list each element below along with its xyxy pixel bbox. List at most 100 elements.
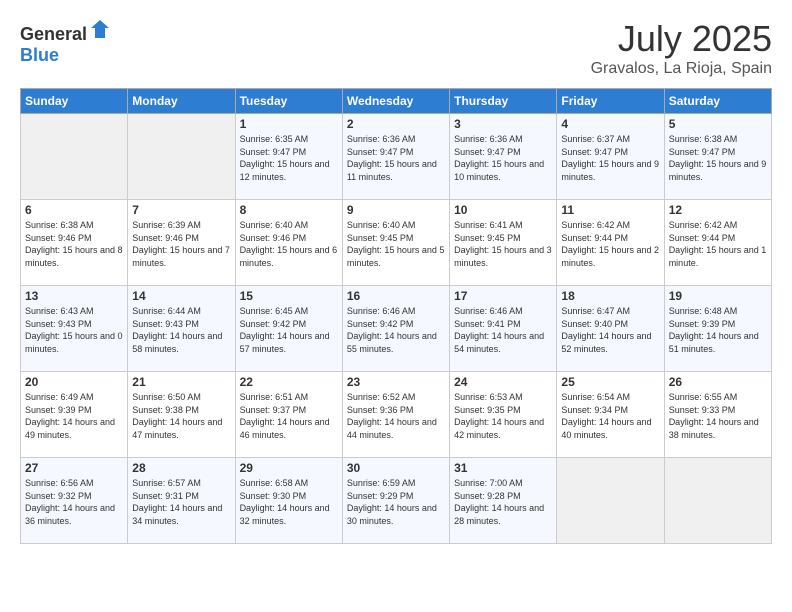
day-number: 9 [347,203,445,217]
day-info: Sunrise: 6:55 AMSunset: 9:33 PMDaylight:… [669,391,767,441]
logo-blue: Blue [20,45,59,65]
day-number: 23 [347,375,445,389]
calendar-cell: 28 Sunrise: 6:57 AMSunset: 9:31 PMDayligh… [128,458,235,544]
calendar-table: SundayMondayTuesdayWednesdayThursdayFrid… [20,88,772,544]
day-info: Sunrise: 6:36 AMSunset: 9:47 PMDaylight:… [347,133,445,183]
title-block: July 2025 Gravalos, La Rioja, Spain [591,18,772,78]
day-info: Sunrise: 6:49 AMSunset: 9:39 PMDaylight:… [25,391,123,441]
day-number: 17 [454,289,552,303]
day-info: Sunrise: 6:44 AMSunset: 9:43 PMDaylight:… [132,305,230,355]
month-title: July 2025 [591,18,772,60]
day-number: 29 [240,461,338,475]
day-number: 30 [347,461,445,475]
day-info: Sunrise: 6:37 AMSunset: 9:47 PMDaylight:… [561,133,659,183]
calendar-cell: 30Sunrise: 6:59 AMSunset: 9:29 PMDayligh… [342,458,449,544]
calendar-cell: 31 Sunrise: 7:00 AMSunset: 9:28 PMDayligh… [450,458,557,544]
weekday-header-saturday: Saturday [664,89,771,114]
logo-general: General [20,24,87,44]
weekday-header-thursday: Thursday [450,89,557,114]
calendar-cell: 9Sunrise: 6:40 AMSunset: 9:45 PMDaylight… [342,200,449,286]
calendar-cell: 13Sunrise: 6:43 AMSunset: 9:43 PMDayligh… [21,286,128,372]
calendar-cell: 20 Sunrise: 6:49 AMSunset: 9:39 PMDayligh… [21,372,128,458]
day-number: 3 [454,117,552,131]
day-info: Sunrise: 6:39 AMSunset: 9:46 PMDaylight:… [132,219,230,269]
day-number: 1 [240,117,338,131]
logo-icon [89,18,111,40]
day-number: 5 [669,117,767,131]
day-info: Sunrise: 6:58 AMSunset: 9:30 PMDaylight:… [240,477,338,527]
day-number: 12 [669,203,767,217]
calendar-cell: 22 Sunrise: 6:51 AMSunset: 9:37 PMDayligh… [235,372,342,458]
weekday-header-friday: Friday [557,89,664,114]
day-number: 4 [561,117,659,131]
day-info: Sunrise: 6:46 AMSunset: 9:41 PMDaylight:… [454,305,552,355]
day-number: 21 [132,375,230,389]
day-number: 7 [132,203,230,217]
calendar-cell [21,114,128,200]
day-info: Sunrise: 6:45 AMSunset: 9:42 PMDaylight:… [240,305,338,355]
day-info: Sunrise: 6:53 AMSunset: 9:35 PMDaylight:… [454,391,552,441]
day-info: Sunrise: 6:52 AMSunset: 9:36 PMDaylight:… [347,391,445,441]
calendar-cell: 17 Sunrise: 6:46 AMSunset: 9:41 PMDayligh… [450,286,557,372]
calendar-cell: 24 Sunrise: 6:53 AMSunset: 9:35 PMDayligh… [450,372,557,458]
calendar-week-3: 13Sunrise: 6:43 AMSunset: 9:43 PMDayligh… [21,286,772,372]
day-info: Sunrise: 6:42 AMSunset: 9:44 PMDaylight:… [561,219,659,269]
calendar-cell: 1 Sunrise: 6:35 AMSunset: 9:47 PMDaylight… [235,114,342,200]
logo: General Blue [20,18,111,66]
calendar-cell: 10 Sunrise: 6:41 AMSunset: 9:45 PMDayligh… [450,200,557,286]
calendar-cell: 14 Sunrise: 6:44 AMSunset: 9:43 PMDayligh… [128,286,235,372]
day-info: Sunrise: 6:35 AMSunset: 9:47 PMDaylight:… [240,133,338,183]
calendar-cell: 25Sunrise: 6:54 AMSunset: 9:34 PMDayligh… [557,372,664,458]
day-info: Sunrise: 6:47 AMSunset: 9:40 PMDaylight:… [561,305,659,355]
day-info: Sunrise: 6:38 AMSunset: 9:46 PMDaylight:… [25,219,123,269]
calendar-cell: 3 Sunrise: 6:36 AMSunset: 9:47 PMDaylight… [450,114,557,200]
day-info: Sunrise: 6:50 AMSunset: 9:38 PMDaylight:… [132,391,230,441]
calendar-cell: 4 Sunrise: 6:37 AMSunset: 9:47 PMDaylight… [557,114,664,200]
day-info: Sunrise: 6:43 AMSunset: 9:43 PMDaylight:… [25,305,123,355]
calendar-cell [557,458,664,544]
location-title: Gravalos, La Rioja, Spain [591,60,772,78]
day-number: 26 [669,375,767,389]
calendar-cell: 21 Sunrise: 6:50 AMSunset: 9:38 PMDayligh… [128,372,235,458]
day-info: Sunrise: 6:36 AMSunset: 9:47 PMDaylight:… [454,133,552,183]
calendar-cell: 8Sunrise: 6:40 AMSunset: 9:46 PMDaylight… [235,200,342,286]
day-number: 6 [25,203,123,217]
calendar-cell: 29 Sunrise: 6:58 AMSunset: 9:30 PMDayligh… [235,458,342,544]
day-info: Sunrise: 7:00 AMSunset: 9:28 PMDaylight:… [454,477,552,527]
calendar-cell: 16 Sunrise: 6:46 AMSunset: 9:42 PMDayligh… [342,286,449,372]
day-number: 24 [454,375,552,389]
day-number: 20 [25,375,123,389]
calendar-week-2: 6 Sunrise: 6:38 AMSunset: 9:46 PMDaylight… [21,200,772,286]
day-info: Sunrise: 6:46 AMSunset: 9:42 PMDaylight:… [347,305,445,355]
day-number: 28 [132,461,230,475]
day-number: 11 [561,203,659,217]
calendar-cell: 7 Sunrise: 6:39 AMSunset: 9:46 PMDaylight… [128,200,235,286]
day-info: Sunrise: 6:57 AMSunset: 9:31 PMDaylight:… [132,477,230,527]
day-number: 19 [669,289,767,303]
calendar-cell: 6 Sunrise: 6:38 AMSunset: 9:46 PMDaylight… [21,200,128,286]
day-info: Sunrise: 6:38 AMSunset: 9:47 PMDaylight:… [669,133,767,183]
calendar-cell: 12 Sunrise: 6:42 AMSunset: 9:44 PMDayligh… [664,200,771,286]
day-info: Sunrise: 6:42 AMSunset: 9:44 PMDaylight:… [669,219,767,269]
day-number: 31 [454,461,552,475]
day-number: 8 [240,203,338,217]
weekday-header-tuesday: Tuesday [235,89,342,114]
day-info: Sunrise: 6:41 AMSunset: 9:45 PMDaylight:… [454,219,552,269]
calendar-cell: 15Sunrise: 6:45 AMSunset: 9:42 PMDayligh… [235,286,342,372]
day-info: Sunrise: 6:51 AMSunset: 9:37 PMDaylight:… [240,391,338,441]
calendar-cell: 2Sunrise: 6:36 AMSunset: 9:47 PMDaylight… [342,114,449,200]
calendar-week-1: 1 Sunrise: 6:35 AMSunset: 9:47 PMDaylight… [21,114,772,200]
calendar-cell: 26 Sunrise: 6:55 AMSunset: 9:33 PMDayligh… [664,372,771,458]
weekday-header-row: SundayMondayTuesdayWednesdayThursdayFrid… [21,89,772,114]
calendar-cell: 11 Sunrise: 6:42 AMSunset: 9:44 PMDayligh… [557,200,664,286]
calendar-cell: 18Sunrise: 6:47 AMSunset: 9:40 PMDayligh… [557,286,664,372]
weekday-header-sunday: Sunday [21,89,128,114]
calendar-cell: 19 Sunrise: 6:48 AMSunset: 9:39 PMDayligh… [664,286,771,372]
day-number: 10 [454,203,552,217]
day-info: Sunrise: 6:48 AMSunset: 9:39 PMDaylight:… [669,305,767,355]
day-number: 14 [132,289,230,303]
day-number: 22 [240,375,338,389]
day-number: 16 [347,289,445,303]
calendar-week-4: 20 Sunrise: 6:49 AMSunset: 9:39 PMDayligh… [21,372,772,458]
day-info: Sunrise: 6:54 AMSunset: 9:34 PMDaylight:… [561,391,659,441]
